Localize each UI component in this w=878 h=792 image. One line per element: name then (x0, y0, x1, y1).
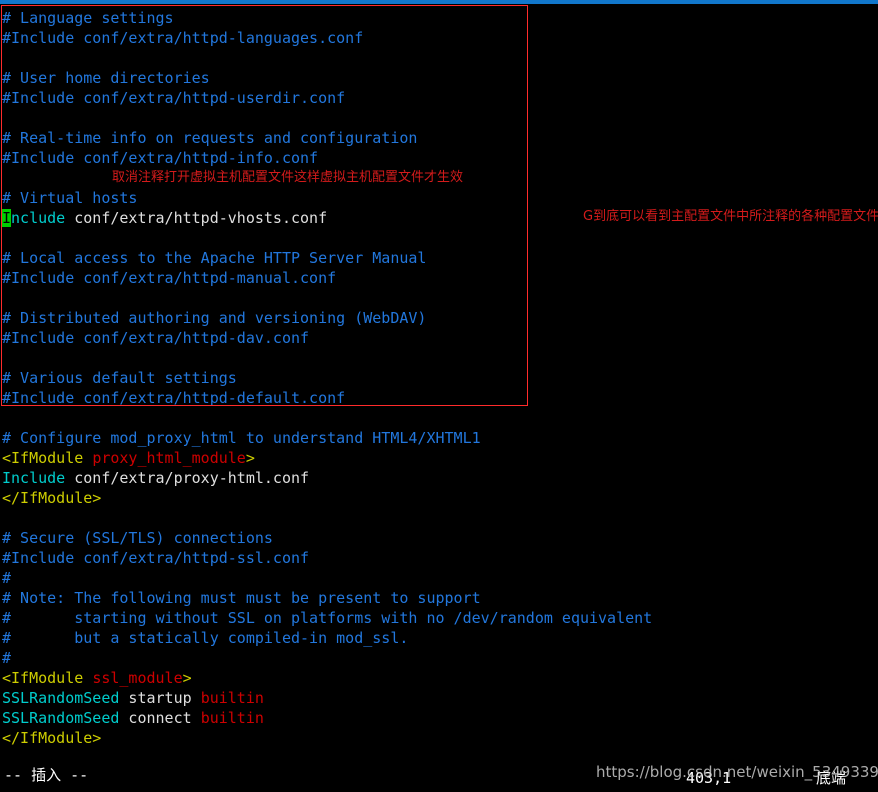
code-token: # Various default settings (2, 369, 237, 387)
status-mode-indicator: -- 插入 -- (4, 766, 89, 784)
code-token: > (245, 449, 255, 467)
code-line: # Local access to the Apache HTTP Server… (2, 248, 426, 268)
code-token: conf/extra/proxy-html.conf (65, 469, 310, 487)
text-cursor: I (2, 209, 12, 227)
code-line: Include conf/extra/proxy-html.conf (2, 468, 309, 488)
code-line: # starting without SSL on platforms with… (2, 608, 652, 628)
code-line: #Include conf/extra/httpd-ssl.conf (2, 548, 309, 568)
code-line: # Real-time info on requests and configu… (2, 128, 417, 148)
code-token: ssl_module (92, 669, 183, 687)
code-line: # Various default settings (2, 368, 237, 388)
code-line: <IfModule ssl_module> (2, 668, 192, 688)
annotation-goto-bottom: G到底可以看到主配置文件中所注释的各种配置文件 (583, 209, 878, 224)
code-line: #Include conf/extra/httpd-dav.conf (2, 328, 309, 348)
code-line: # Secure (SSL/TLS) connections (2, 528, 273, 548)
code-line: </IfModule> (2, 488, 101, 508)
code-token: nclude (11, 209, 66, 227)
code-token: startup (119, 689, 201, 707)
code-token: #Include conf/extra/httpd-userdir.conf (2, 89, 346, 107)
code-line: # Language settings (2, 8, 174, 28)
code-token: builtin (200, 689, 264, 707)
code-token: builtin (200, 709, 264, 727)
code-token: <IfModule (2, 669, 93, 687)
code-token: # Local access to the Apache HTTP Server… (2, 249, 427, 267)
code-token: conf/extra/httpd-vhosts.conf (65, 209, 328, 227)
code-token: # Real-time info on requests and configu… (2, 129, 418, 147)
code-line: # User home directories (2, 68, 210, 88)
code-line: # Virtual hosts (2, 188, 137, 208)
code-token: #Include conf/extra/httpd-default.conf (2, 389, 346, 407)
code-token: SSLRandomSeed (2, 709, 120, 727)
code-line: SSLRandomSeed connect builtin (2, 708, 264, 728)
code-token: <IfModule (2, 449, 93, 467)
code-token: </IfModule> (2, 729, 102, 747)
code-token: proxy_html_module (92, 449, 246, 467)
code-line: #Include conf/extra/httpd-default.conf (2, 388, 345, 408)
code-token: # Distributed authoring and versioning (… (2, 309, 427, 327)
code-token: # User home directories (2, 69, 210, 87)
code-token: # but a statically compiled-in mod_ssl. (2, 629, 409, 647)
code-token: Include (2, 469, 66, 487)
code-token: # Secure (SSL/TLS) connections (2, 529, 273, 547)
code-line: SSLRandomSeed startup builtin (2, 688, 264, 708)
code-line: </IfModule> (2, 728, 101, 748)
code-token: # Virtual hosts (2, 189, 138, 207)
terminal-text-area[interactable]: # Language settings #Include conf/extra/h… (0, 4, 878, 760)
code-line: # but a statically compiled-in mod_ssl. (2, 628, 408, 648)
code-token: # (2, 649, 12, 667)
code-token: #Include conf/extra/httpd-info.conf (2, 149, 319, 167)
code-token: # Note: The following must must be prese… (2, 589, 481, 607)
code-line: # Note: The following must must be prese… (2, 588, 481, 608)
blog-watermark: https://blog.csdn.net/weixin_53493398 (596, 763, 878, 781)
code-token: #Include conf/extra/httpd-dav.conf (2, 329, 310, 347)
code-token: # Configure mod_proxy_html to understand… (2, 429, 481, 447)
code-token: # starting without SSL on platforms with… (2, 609, 653, 627)
code-line: <IfModule proxy_html_module> (2, 448, 255, 468)
code-line: # Configure mod_proxy_html to understand… (2, 428, 481, 448)
code-line: #Include conf/extra/httpd-userdir.conf (2, 88, 345, 108)
code-line: Include conf/extra/httpd-vhosts.conf (2, 208, 327, 228)
code-token: > (182, 669, 192, 687)
code-line: # Distributed authoring and versioning (… (2, 308, 426, 328)
code-token: # (2, 569, 12, 587)
code-line: #Include conf/extra/httpd-manual.conf (2, 268, 336, 288)
code-token: connect (119, 709, 201, 727)
code-token: </IfModule> (2, 489, 102, 507)
code-token: # Language settings (2, 9, 174, 27)
code-token: SSLRandomSeed (2, 689, 120, 707)
code-token: #Include conf/extra/httpd-manual.conf (2, 269, 337, 287)
annotation-uncomment-vhosts: 取消注释打开虚拟主机配置文件这样虚拟主机配置文件才生效 (112, 170, 464, 185)
code-token: #Include conf/extra/httpd-ssl.conf (2, 549, 310, 567)
code-line: #Include conf/extra/httpd-info.conf (2, 148, 318, 168)
code-line: # (2, 568, 11, 588)
code-line: #Include conf/extra/httpd-languages.conf (2, 28, 363, 48)
code-line: # (2, 648, 11, 668)
code-token: #Include conf/extra/httpd-languages.conf (2, 29, 364, 47)
